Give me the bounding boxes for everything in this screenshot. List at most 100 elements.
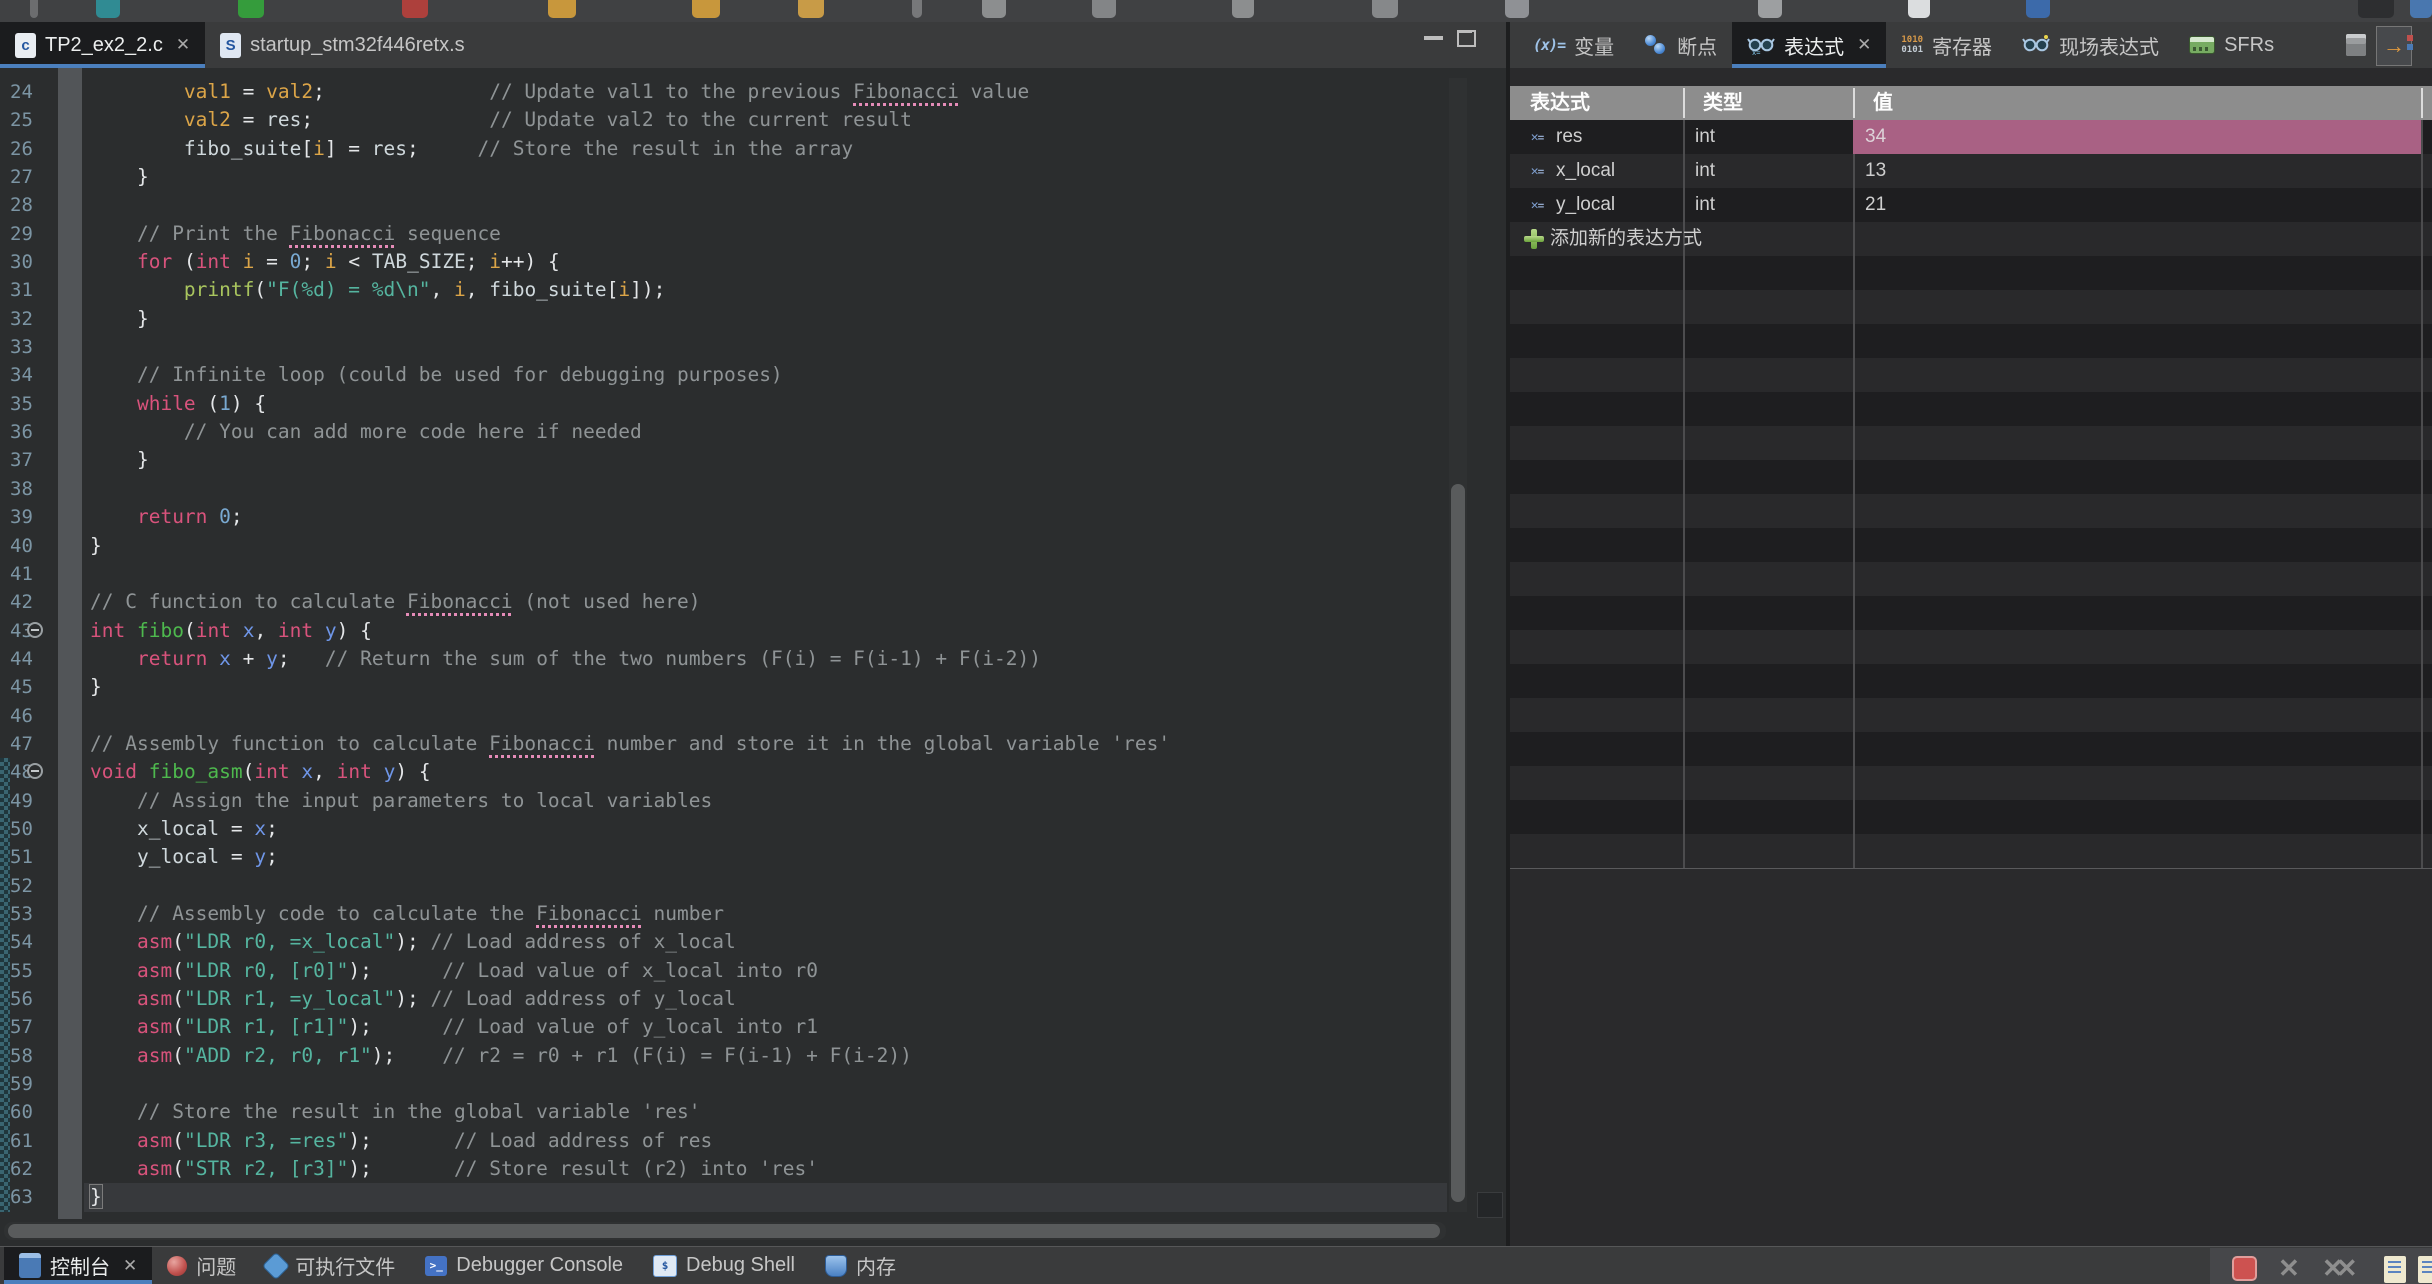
debug-icon[interactable] <box>96 0 120 18</box>
close-tab-icon[interactable]: ✕ <box>1857 35 1871 55</box>
step-over-icon[interactable] <box>692 0 720 18</box>
code-line-26[interactable]: 26 fibo_suite[i] = res; // Store the res… <box>0 135 1447 163</box>
pin-console-icon[interactable] <box>2418 1256 2432 1283</box>
column-header-type[interactable]: 类型 <box>1683 86 1853 120</box>
code-line-34[interactable]: 34 // Infinite loop (could be used for d… <box>0 361 1447 389</box>
bottom-tab-Debugger Console[interactable]: >_Debugger Console <box>410 1247 638 1284</box>
code-line-51[interactable]: 51 y_local = y; <box>0 843 1447 871</box>
remove-launch-icon[interactable]: ✕ <box>2278 1256 2300 1281</box>
toolbar-stub[interactable] <box>2358 0 2394 18</box>
expression-row-res[interactable]: ✕=resint34 <box>1510 120 2432 154</box>
code-editor[interactable]: 24 val1 = val2; // Update val1 to the pr… <box>0 68 1506 1246</box>
remove-all-terminated-icon[interactable]: ✕✕ <box>2322 1256 2350 1281</box>
resume-icon[interactable] <box>238 0 264 18</box>
code-line-48[interactable]: 48void fibo_asm(int x, int y) { <box>0 758 1447 786</box>
code-line-49[interactable]: 49 // Assign the input parameters to loc… <box>0 787 1447 815</box>
code-line-61[interactable]: 61 asm("LDR r3, =res"); // Load address … <box>0 1127 1447 1155</box>
step-into-icon[interactable] <box>548 0 576 18</box>
table-row[interactable] <box>1510 698 2432 732</box>
table-row[interactable] <box>1510 596 2432 630</box>
code-line-63[interactable]: 63} <box>0 1183 1447 1211</box>
fold-collapse-icon[interactable] <box>27 763 43 779</box>
column-divider[interactable] <box>1853 88 1855 118</box>
table-row[interactable] <box>1510 426 2432 460</box>
code-line-25[interactable]: 25 val2 = res; // Update val2 to the cur… <box>0 106 1447 134</box>
toolbar-stub[interactable] <box>30 0 38 18</box>
maximize-view-icon[interactable] <box>1457 30 1476 47</box>
code-line-32[interactable]: 32 } <box>0 305 1447 333</box>
expression-name-cell[interactable]: ✕=y_local <box>1510 188 1683 222</box>
code-line-38[interactable]: 38 <box>0 475 1447 503</box>
code-line-44[interactable]: 44 return x + y; // Return the sum of th… <box>0 645 1447 673</box>
code-line-56[interactable]: 56 asm("LDR r1, =y_local"); // Load addr… <box>0 985 1447 1013</box>
terminate-icon[interactable] <box>402 0 428 18</box>
column-divider[interactable] <box>1683 88 1685 118</box>
toolbar-stub[interactable] <box>912 0 922 18</box>
restart-icon[interactable] <box>1372 0 1398 18</box>
expression-name-cell[interactable]: ✕=res <box>1510 120 1683 154</box>
code-line-30[interactable]: 30 for (int i = 0; i < TAB_SIZE; i++) { <box>0 248 1447 276</box>
column-divider[interactable] <box>2421 88 2423 118</box>
table-row[interactable] <box>1510 664 2432 698</box>
debug-tab-SFRs[interactable]: SFRs <box>2174 22 2289 68</box>
expression-value-cell[interactable]: 21 <box>1853 188 2421 222</box>
debug-tab-变量[interactable]: (x)=变量 <box>1518 22 1629 68</box>
code-line-60[interactable]: 60 // Store the result in the global var… <box>0 1098 1447 1126</box>
open-console-icon[interactable] <box>2384 1256 2406 1283</box>
table-row[interactable] <box>1510 358 2432 392</box>
memory-chip-icon[interactable] <box>1092 0 1116 18</box>
toolbar-stub[interactable] <box>1505 0 1529 18</box>
code-line-59[interactable]: 59 <box>0 1070 1447 1098</box>
table-row[interactable] <box>1510 630 2432 664</box>
table-row[interactable] <box>1510 256 2432 290</box>
code-line-40[interactable]: 40} <box>0 532 1447 560</box>
terminate-icon[interactable] <box>2232 1256 2257 1281</box>
code-line-54[interactable]: 54 asm("LDR r0, =x_local"); // Load addr… <box>0 928 1447 956</box>
code-line-37[interactable]: 37 } <box>0 446 1447 474</box>
add-expression-cell[interactable]: 添加新的表达方式 <box>1510 222 1910 256</box>
code-line-39[interactable]: 39 return 0; <box>0 503 1447 531</box>
table-row[interactable] <box>1510 800 2432 834</box>
code-line-62[interactable]: 62 asm("STR r2, [r3]"); // Store result … <box>0 1155 1447 1183</box>
debug-tab-断点[interactable]: 断点 <box>1629 22 1732 68</box>
debug-tab-表达式[interactable]: x=表达式✕ <box>1732 22 1886 68</box>
toolbar-stub[interactable] <box>1758 0 1782 18</box>
code-line-43[interactable]: 43int fibo(int x, int y) { <box>0 617 1447 645</box>
bottom-tab-问题[interactable]: 问题 <box>152 1247 251 1284</box>
close-tab-icon[interactable]: ✕ <box>123 1256 137 1276</box>
table-row[interactable] <box>1510 324 2432 358</box>
code-line-28[interactable]: 28 <box>0 191 1447 219</box>
new-doc-icon[interactable] <box>1908 0 1930 18</box>
table-row[interactable] <box>1510 732 2432 766</box>
table-row[interactable] <box>1510 290 2432 324</box>
expression-row-y_local[interactable]: ✕=y_localint21 <box>1510 188 2432 222</box>
table-row[interactable] <box>1510 392 2432 426</box>
code-line-24[interactable]: 24 val1 = val2; // Update val1 to the pr… <box>0 78 1447 106</box>
perspective-icon[interactable] <box>2410 0 2432 18</box>
table-row[interactable] <box>1510 562 2432 596</box>
add-expression-row[interactable]: 添加新的表达方式 <box>1510 222 2432 256</box>
bottom-tab-Debug Shell[interactable]: $Debug Shell <box>638 1247 810 1284</box>
code-line-58[interactable]: 58 asm("ADD r2, r0, r1"); // r2 = r0 + r… <box>0 1042 1447 1070</box>
table-row[interactable] <box>1510 460 2432 494</box>
code-line-29[interactable]: 29 // Print the Fibonacci sequence <box>0 220 1447 248</box>
code-line-42[interactable]: 42// C function to calculate Fibonacci (… <box>0 588 1447 616</box>
code-line-50[interactable]: 50 x_local = x; <box>0 815 1447 843</box>
code-line-52[interactable]: 52 <box>0 872 1447 900</box>
code-line-35[interactable]: 35 while (1) { <box>0 390 1447 418</box>
link-with-debug-context-icon[interactable]: → <box>2376 26 2412 66</box>
code-line-41[interactable]: 41 <box>0 560 1447 588</box>
table-row[interactable] <box>1510 528 2432 562</box>
editor-tab-TP2_ex2_2.c[interactable]: cTP2_ex2_2.c✕ <box>0 22 205 68</box>
code-line-46[interactable]: 46 <box>0 702 1447 730</box>
column-header-expression[interactable]: 表达式 <box>1510 86 1683 120</box>
bottom-tab-可执行文件[interactable]: 可执行文件 <box>251 1247 410 1284</box>
column-header-value[interactable]: 值 <box>1853 86 2421 120</box>
vertical-scrollbar-thumb[interactable] <box>1451 484 1465 1202</box>
code-line-53[interactable]: 53 // Assembly code to calculate the Fib… <box>0 900 1447 928</box>
close-tab-icon[interactable]: ✕ <box>176 35 190 55</box>
code-line-36[interactable]: 36 // You can add more code here if need… <box>0 418 1447 446</box>
expression-name-cell[interactable]: ✕=x_local <box>1510 154 1683 188</box>
table-row[interactable] <box>1510 766 2432 800</box>
debug-tab-现场表达式[interactable]: 现场表达式 <box>2007 22 2174 68</box>
